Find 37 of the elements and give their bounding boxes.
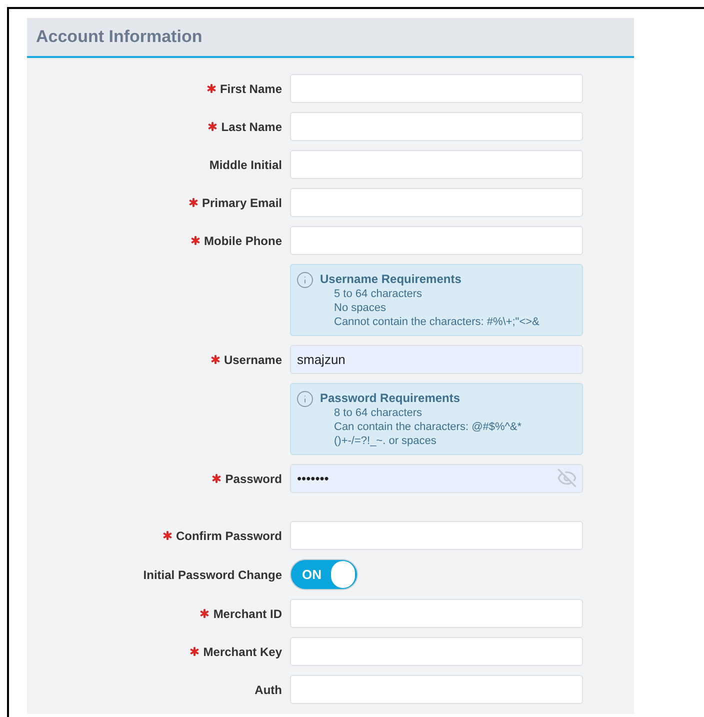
toggle-knob[interactable] [330,561,355,588]
password-field[interactable]: ••••••• [290,464,583,493]
input-field[interactable] [290,74,583,103]
requirements-title: Username Requirements [320,271,462,287]
field-label: Username [224,352,282,368]
field-label: Auth [254,682,282,698]
info-icon [296,271,314,289]
field-label: Mobile Phone [204,232,282,250]
eye-slash-icon[interactable] [557,468,577,488]
requirements-title: Password Requirements [320,390,462,406]
input-field[interactable]: smajzun [290,345,583,374]
input-field[interactable] [290,675,583,704]
field-label: Merchant Key [203,644,282,660]
field-label: Confirm Password [176,528,282,544]
requirement-text: No spaces [334,301,387,315]
field-label: Last Name [221,118,282,136]
field-label: Middle Initial [209,156,282,174]
input-field[interactable] [290,112,583,141]
requirement-text: 8 to 64 characters [334,406,424,420]
input-field[interactable] [290,226,583,255]
input-field[interactable] [290,521,583,550]
input-field[interactable] [290,637,583,666]
input-field[interactable] [290,599,583,628]
field-label: Initial Password Change [143,566,282,584]
toggle-state-text: ON [301,566,322,584]
requirement-text: 5 to 64 characters [334,287,424,301]
input-field[interactable] [290,150,583,179]
requirement-text: Can contain the characters: @#$%^&* [334,420,522,434]
panel-title: Account Information [36,26,202,48]
requirement-text: ()+-/=?!_~. or spaces [334,434,438,448]
field-label: Merchant ID [213,606,282,622]
field-label: Primary Email [202,194,282,212]
field-label: Password [225,470,282,488]
requirement-text: Cannot contain the characters: #%\+;"<>& [334,315,540,329]
input-field[interactable] [290,188,583,217]
field-label: First Name [220,80,282,98]
info-icon [296,390,314,408]
